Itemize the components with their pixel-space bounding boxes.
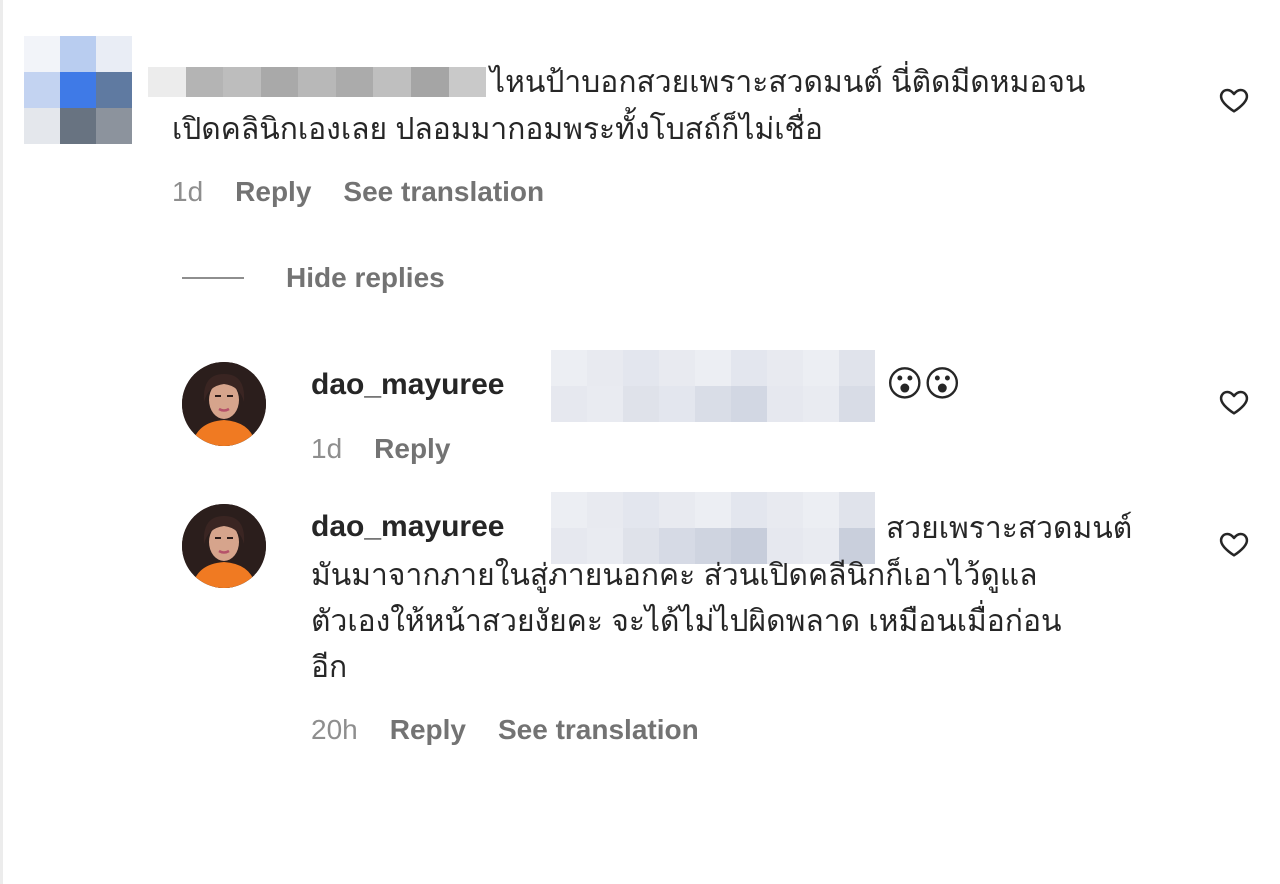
avatar[interactable]	[182, 362, 266, 446]
heart-outline-icon[interactable]	[1217, 84, 1251, 116]
reply-meta: 1d Reply	[311, 433, 450, 465]
see-translation-button[interactable]: See translation	[498, 714, 699, 746]
avatar[interactable]	[182, 504, 266, 588]
reply-meta: 20h Reply See translation	[311, 714, 699, 746]
heart-outline-icon[interactable]	[1217, 528, 1251, 560]
reply-username[interactable]: dao_mayuree	[311, 510, 504, 544]
comment-meta: 1d Reply See translation	[172, 176, 544, 208]
hide-replies-label: Hide replies	[286, 262, 445, 293]
left-border	[0, 0, 3, 884]
comment-text-line1: ไหนป้าบอกสวยเพราะสวดมนต์ นี่ติดมีดหมอจน	[490, 66, 1086, 99]
username-redacted	[148, 67, 487, 97]
reply-text-line3: ตัวเองให้หน้าสวยงัยคะ จะได้ไม่ไปผิดพลาด …	[311, 605, 1062, 638]
reply-text-line2: มันมาจากภายในสู่ภายนอกคะ ส่วนเปิดคลีนิกก…	[311, 559, 1038, 592]
reply-text-line4: อีก	[311, 651, 348, 684]
see-translation-button[interactable]: See translation	[343, 176, 544, 208]
hide-replies-line	[182, 277, 244, 279]
heart-outline-icon[interactable]	[1217, 386, 1251, 418]
comment-text-line2: เปิดคลินิกเองเลย ปลอมมากอมพระทั้งโบสถ์ก็…	[172, 113, 823, 146]
reply-time: 20h	[311, 714, 358, 745]
pixelated-avatar-icon[interactable]	[24, 36, 132, 144]
reply-time: 1d	[311, 433, 343, 464]
hide-replies-button[interactable]: Hide replies	[182, 262, 445, 294]
reply-button[interactable]: Reply	[235, 176, 311, 208]
reply-button[interactable]: Reply	[390, 714, 466, 746]
reply-username[interactable]: dao_mayuree	[311, 368, 504, 402]
comment-time: 1d	[172, 176, 204, 207]
reply-text-emoji: 😮😮	[886, 363, 962, 404]
username-redacted	[551, 350, 875, 422]
reply-text-line1: สวยเพราะสวดมนต์	[886, 512, 1133, 545]
reply-button[interactable]: Reply	[374, 433, 450, 465]
